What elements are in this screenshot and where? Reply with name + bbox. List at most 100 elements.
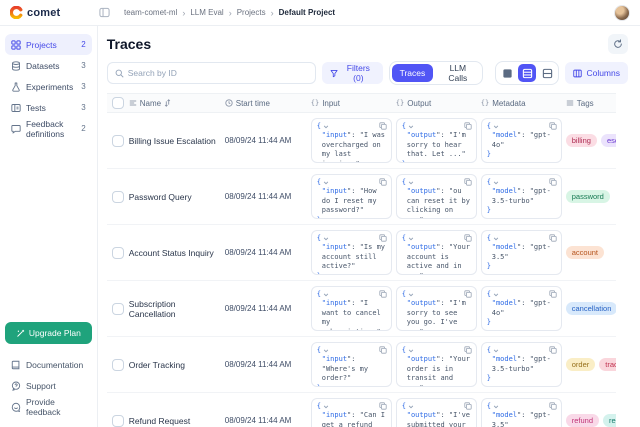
output-json-cell[interactable]: { outputI'm sorry to hear that. Let ... … [396, 118, 477, 163]
row-checkbox[interactable] [112, 415, 124, 427]
table-row[interactable]: Account Status Inquiry 08/09/24 11:44 AM… [107, 225, 616, 281]
metadata-json-cell[interactable]: { modelgpt-3.5 } [481, 398, 562, 427]
sidebar-collapse-icon[interactable] [99, 7, 110, 18]
input-json-cell[interactable]: { inputCan I get a refund for my last pu… [311, 398, 392, 427]
copy-icon[interactable] [379, 122, 387, 130]
metadata-json-cell[interactable]: { modelgpt-3.5-turbo } [481, 174, 562, 219]
refresh-button[interactable] [608, 34, 628, 54]
chevron-down-icon[interactable] [493, 180, 499, 186]
column-header-output[interactable]: {} Output [396, 99, 481, 108]
sort-icon[interactable] [164, 99, 171, 107]
tag-list: cancellation [566, 302, 616, 315]
chevron-down-icon[interactable] [323, 348, 329, 354]
copy-icon[interactable] [464, 178, 472, 186]
row-checkbox[interactable] [112, 247, 124, 259]
chevron-down-icon[interactable] [408, 348, 414, 354]
copy-icon[interactable] [549, 346, 557, 354]
chevron-down-icon[interactable] [408, 124, 414, 130]
copy-icon[interactable] [379, 178, 387, 186]
input-json-cell[interactable]: { inputHow do I reset my password? } [311, 174, 392, 219]
chevron-down-icon[interactable] [408, 292, 414, 298]
sidebar-item-provide-feedback[interactable]: Provide feedback [5, 396, 92, 417]
chevron-down-icon[interactable] [493, 348, 499, 354]
sidebar-item-support[interactable]: Support [5, 375, 92, 396]
tab-traces[interactable]: Traces [392, 64, 434, 82]
output-json-cell[interactable]: { outputI've submitted your refund reque… [396, 398, 477, 427]
sidebar-item-feedback-definitions[interactable]: Feedback definitions 2 [5, 118, 92, 139]
column-header-start-time[interactable]: Start time [225, 99, 311, 108]
row-checkbox[interactable] [112, 191, 124, 203]
chevron-down-icon[interactable] [408, 236, 414, 242]
sidebar-item-experiments[interactable]: Experiments 3 [5, 76, 92, 97]
copy-icon[interactable] [379, 290, 387, 298]
table-row[interactable]: Order Tracking 08/09/24 11:44 AM { input… [107, 337, 616, 393]
output-json-cell[interactable]: { outputYour account is active and in ..… [396, 230, 477, 275]
sidebar-item-tests[interactable]: Tests 3 [5, 97, 92, 118]
copy-icon[interactable] [549, 122, 557, 130]
chevron-down-icon[interactable] [408, 404, 414, 410]
breadcrumb-llm-eval[interactable]: LLM Eval [190, 8, 223, 17]
table-row[interactable]: Password Query 08/09/24 11:44 AM { input… [107, 169, 616, 225]
copy-icon[interactable] [464, 122, 472, 130]
breadcrumb-projects[interactable]: Projects [237, 8, 266, 17]
chevron-down-icon[interactable] [493, 292, 499, 298]
metadata-json-cell[interactable]: { modelgpt-4o } [481, 286, 562, 331]
sidebar-item-documentation[interactable]: Documentation [5, 354, 92, 375]
search-box[interactable] [107, 62, 316, 84]
output-json-cell[interactable]: { outputI'm sorry to see you go. I've ..… [396, 286, 477, 331]
tab-llm-calls[interactable]: LLM Calls [435, 64, 480, 82]
upgrade-plan-button[interactable]: Upgrade Plan [5, 322, 92, 344]
column-header-name[interactable]: Name [129, 99, 225, 108]
chevron-down-icon[interactable] [323, 292, 329, 298]
metadata-json-cell[interactable]: { modelgpt-4o } [481, 118, 562, 163]
table-row[interactable]: Refund Request 08/09/24 11:44 AM { input… [107, 393, 616, 427]
table-row[interactable]: Subscription Cancellation 08/09/24 11:44… [107, 281, 616, 337]
column-header-metadata[interactable]: {} Metadata [481, 99, 566, 108]
copy-icon[interactable] [379, 346, 387, 354]
search-input[interactable] [128, 68, 308, 78]
chevron-down-icon[interactable] [493, 404, 499, 410]
output-json-cell[interactable]: { outputou can reset it by clicking on .… [396, 174, 477, 219]
sidebar-item-datasets[interactable]: Datasets 3 [5, 55, 92, 76]
sidebar-item-projects[interactable]: Projects 2 [5, 34, 92, 55]
output-json-cell[interactable]: { outputYour order is in transit and ...… [396, 342, 477, 387]
copy-icon[interactable] [549, 402, 557, 410]
input-json-cell[interactable]: { inputWhere's my order? } [311, 342, 392, 387]
copy-icon[interactable] [549, 234, 557, 242]
input-json-cell[interactable]: { inputIs my account still active? } [311, 230, 392, 275]
column-header-tags[interactable]: Tags [566, 99, 616, 108]
user-avatar[interactable] [614, 5, 630, 21]
chevron-down-icon[interactable] [323, 236, 329, 242]
density-large-button[interactable] [538, 64, 556, 82]
copy-icon[interactable] [379, 234, 387, 242]
density-compact-button[interactable] [498, 64, 516, 82]
row-checkbox[interactable] [112, 359, 124, 371]
copy-icon[interactable] [464, 402, 472, 410]
filters-button[interactable]: Filters (0) [322, 62, 383, 84]
chevron-down-icon[interactable] [493, 236, 499, 242]
copy-icon[interactable] [464, 346, 472, 354]
comet-logo[interactable]: comet [10, 6, 60, 19]
row-checkbox[interactable] [112, 135, 124, 147]
copy-icon[interactable] [549, 178, 557, 186]
columns-button[interactable]: Columns [565, 62, 628, 84]
chevron-down-icon[interactable] [323, 124, 329, 130]
breadcrumb-workspace[interactable]: team-comet-ml [124, 8, 177, 17]
chevron-down-icon[interactable] [323, 180, 329, 186]
copy-icon[interactable] [464, 290, 472, 298]
copy-icon[interactable] [464, 234, 472, 242]
metadata-json-cell[interactable]: { modelgpt-3.5 } [481, 230, 562, 275]
select-all-checkbox[interactable] [112, 97, 124, 109]
column-header-input[interactable]: {} Input [311, 99, 396, 108]
copy-icon[interactable] [379, 402, 387, 410]
metadata-json-cell[interactable]: { modelgpt-3.5-turbo } [481, 342, 562, 387]
input-json-cell[interactable]: { inputI was overcharged on my last invo… [311, 118, 392, 163]
chevron-down-icon[interactable] [408, 180, 414, 186]
chevron-down-icon[interactable] [323, 404, 329, 410]
copy-icon[interactable] [549, 290, 557, 298]
row-checkbox[interactable] [112, 303, 124, 315]
density-medium-button[interactable] [518, 64, 536, 82]
input-json-cell[interactable]: { inputI want to cancel my subscription.… [311, 286, 392, 331]
chevron-down-icon[interactable] [493, 124, 499, 130]
table-row[interactable]: Billing Issue Escalation 08/09/24 11:44 … [107, 113, 616, 169]
